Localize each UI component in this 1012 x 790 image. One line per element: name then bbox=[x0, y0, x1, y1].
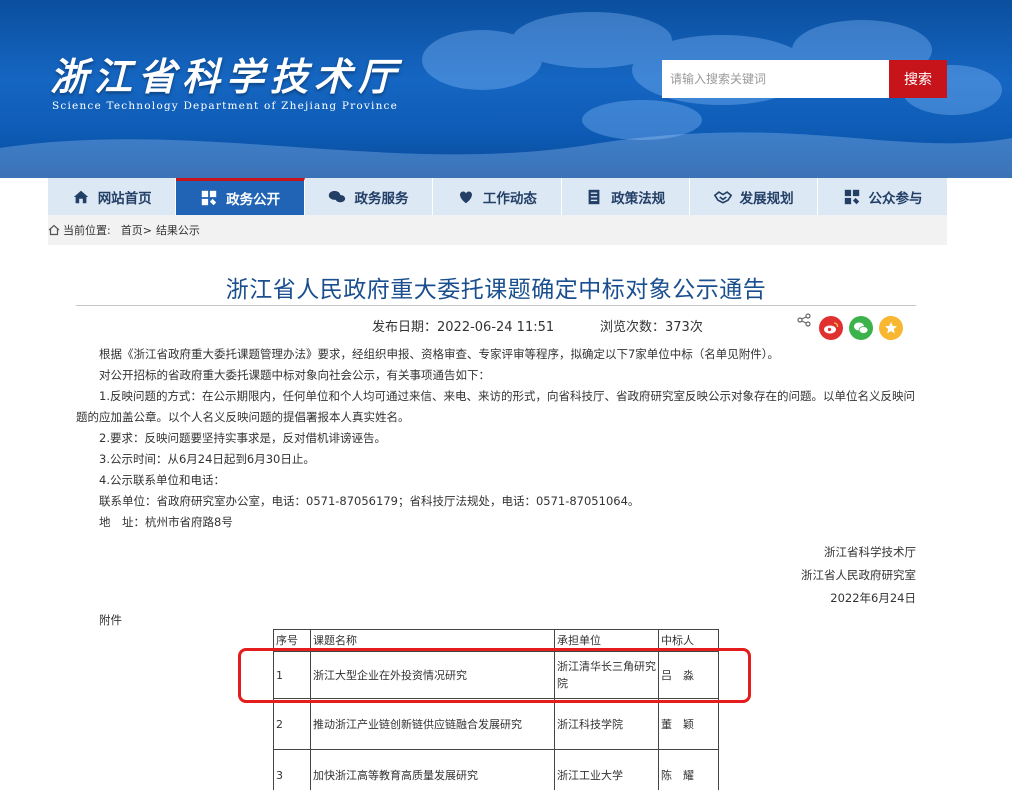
nav-label: 政策法规 bbox=[611, 190, 666, 207]
publish-date: 发布日期：2022-06-24 11:51 bbox=[372, 320, 555, 335]
article-title: 浙江省人民政府重大委托课题确定中标对象公示通告 bbox=[225, 277, 767, 303]
paragraph: 联系单位：省政府研究室办公室，电话：0571-87056179；省科技厅法规处，… bbox=[99, 494, 640, 508]
home-icon bbox=[48, 224, 60, 236]
wave-decoration bbox=[0, 132, 1012, 178]
table-row: 2 推动浙江产业链创新链供应链融合发展研究 浙江科技学院 董 颖 bbox=[273, 698, 719, 750]
favorite-star-icon[interactable] bbox=[879, 316, 903, 340]
nav-item-development-plans[interactable]: 发展规划 bbox=[690, 178, 819, 215]
article-body: 根据《浙江省政府重大委托课题管理办法》要求，经组织申报、资格审查、专家评审等程序… bbox=[76, 344, 916, 533]
attachment-label: 附件 bbox=[99, 613, 122, 627]
title-divider bbox=[76, 305, 916, 306]
paragraph: 3.公示时间：从6月24日起到6月30日止。 bbox=[99, 452, 315, 466]
heart-icon bbox=[459, 191, 472, 203]
highlight-annotation bbox=[238, 648, 751, 703]
nav-label: 公众参与 bbox=[868, 190, 923, 207]
paragraph: 1.反映问题的方式：在公示期限内，任何单位和个人均可通过来信、来电、来访的形式，… bbox=[76, 389, 915, 424]
view-count: 浏览次数：373次 bbox=[600, 320, 703, 335]
breadcrumb: 当前位置: 首页> 结果公示 bbox=[48, 215, 947, 245]
handshake-icon bbox=[713, 190, 732, 204]
nav-label: 网站首页 bbox=[97, 190, 152, 207]
nav-item-work-news[interactable]: 工作动态 bbox=[433, 178, 562, 215]
share-icon[interactable] bbox=[797, 313, 811, 327]
weibo-share-icon[interactable] bbox=[819, 316, 843, 340]
nav-item-policies[interactable]: 政策法规 bbox=[562, 178, 690, 215]
paragraph: 2.要求：反映问题要坚持实事求是，反对借机诽谤诬告。 bbox=[99, 431, 386, 445]
table-row: 3 加快浙江高等教育高质量发展研究 浙江工业大学 陈 耀 bbox=[273, 749, 719, 790]
table-cell: 陈 耀 bbox=[658, 749, 719, 790]
table-cell: 加快浙江高等教育高质量发展研究 bbox=[310, 749, 555, 790]
breadcrumb-home-link[interactable]: 首页> bbox=[121, 222, 152, 238]
nav-item-gov-services[interactable]: 政务服务 bbox=[305, 178, 434, 215]
table-cell: 浙江工业大学 bbox=[554, 749, 659, 790]
nav-label: 工作动态 bbox=[482, 190, 537, 207]
paragraph: 对公开招标的省政府重大委托课题中标对象向社会公示，有关事项通告如下： bbox=[99, 368, 490, 382]
nav-item-home[interactable]: 网站首页 bbox=[48, 178, 177, 215]
shield-icon bbox=[201, 190, 217, 206]
breadcrumb-label: 当前位置: bbox=[63, 224, 111, 237]
people-icon bbox=[844, 189, 859, 204]
signature-org-1: 浙江省科学技术厅 bbox=[824, 545, 916, 559]
table-cell: 浙江科技学院 bbox=[554, 698, 659, 750]
nav-item-public-participation[interactable]: 公众参与 bbox=[818, 178, 946, 215]
nav-label: 政务公开 bbox=[226, 192, 281, 208]
paragraph: 地 址：杭州市省府路8号 bbox=[99, 515, 233, 529]
breadcrumb-current[interactable]: 结果公示 bbox=[156, 222, 200, 238]
nav-label: 发展规划 bbox=[739, 190, 794, 207]
table-cell: 2 bbox=[273, 698, 311, 750]
paragraph: 根据《浙江省政府重大委托课题管理办法》要求，经组织申报、资格审查、专家评审等程序… bbox=[99, 347, 780, 361]
table-cell: 推动浙江产业链创新链供应链融合发展研究 bbox=[310, 698, 555, 750]
search-button[interactable]: 搜索 bbox=[889, 60, 947, 98]
table-cell: 董 颖 bbox=[658, 698, 719, 750]
wechat-share-icon[interactable] bbox=[849, 316, 873, 340]
site-subtitle: Science Technology Department of Zhejian… bbox=[52, 100, 399, 112]
paragraph: 4.公示联系单位和电话： bbox=[99, 473, 225, 487]
document-icon bbox=[588, 189, 600, 204]
table-cell: 3 bbox=[273, 749, 311, 790]
chat-icon bbox=[329, 190, 346, 202]
signature-org-2: 浙江省人民政府研究室 bbox=[801, 568, 916, 582]
signature-date: 2022年6月24日 bbox=[830, 591, 916, 605]
nav-label: 政务服务 bbox=[354, 190, 409, 207]
search-input[interactable] bbox=[662, 60, 890, 98]
main-nav: 网站首页 政务公开 政务服务 工作动态 政策法规 发展规划 公众参与 bbox=[48, 178, 947, 215]
home-icon bbox=[73, 190, 88, 203]
site-title[interactable]: 浙江省科学技术厅 bbox=[50, 46, 402, 101]
nav-item-gov-affairs[interactable]: 政务公开 bbox=[176, 178, 305, 215]
